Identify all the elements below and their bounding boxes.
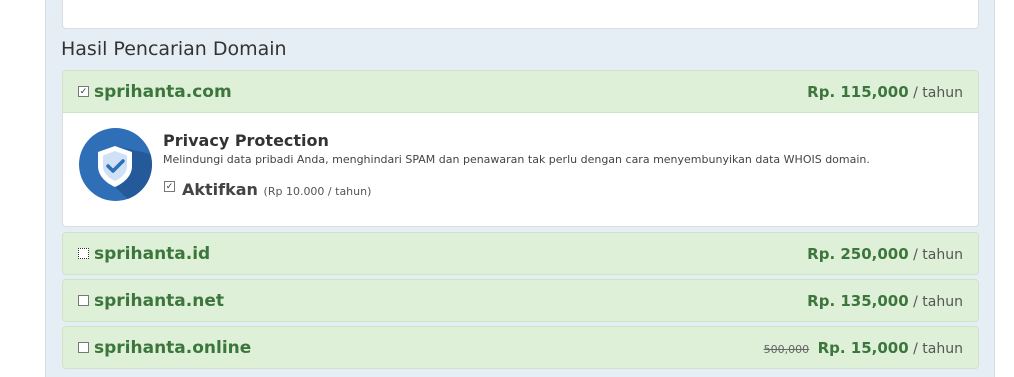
privacy-description: Melindungi data pribadi Anda, menghindar… xyxy=(163,153,870,166)
price-unit: / tahun xyxy=(913,85,963,101)
price-info: 500,000 Rp. 15,000 / tahun xyxy=(764,339,963,357)
domain-name: sprihanta.com xyxy=(94,82,232,102)
domain-row-id[interactable]: sprihanta.id Rp. 250,000 / tahun xyxy=(62,232,979,275)
domain-price: Rp. 135,000 xyxy=(807,292,909,310)
old-price: 500,000 xyxy=(763,343,810,356)
domain-name: sprihanta.net xyxy=(94,291,224,311)
price-info: Rp. 115,000 / tahun xyxy=(807,83,963,101)
domain-row-com[interactable]: sprihanta.com Rp. 115,000 / tahun xyxy=(62,70,979,113)
shield-check-icon xyxy=(79,128,152,201)
enable-price-note: (Rp 10.000 / tahun) xyxy=(263,185,372,198)
privacy-enable-checkbox[interactable] xyxy=(164,181,175,192)
domain-price: Rp. 15,000 xyxy=(817,339,909,357)
price-unit: / tahun xyxy=(913,341,963,357)
domain-checkbox-online[interactable] xyxy=(78,342,89,353)
privacy-protection-box: Privacy Protection Melindungi data priba… xyxy=(62,113,979,227)
domain-checkbox-net[interactable] xyxy=(78,295,89,306)
price-unit: / tahun xyxy=(913,247,963,263)
price-unit: / tahun xyxy=(913,294,963,310)
price-info: Rp. 250,000 / tahun xyxy=(807,245,963,263)
privacy-enable-label[interactable]: Aktifkan (Rp 10.000 / tahun) xyxy=(182,180,371,199)
price-info: Rp. 135,000 / tahun xyxy=(807,292,963,310)
domain-price: Rp. 250,000 xyxy=(807,245,909,263)
domain-checkbox-com[interactable] xyxy=(78,86,89,97)
domain-price: Rp. 115,000 xyxy=(807,83,909,101)
domain-row-online[interactable]: sprihanta.online 500,000 Rp. 15,000 / ta… xyxy=(62,326,979,369)
search-form-card xyxy=(62,0,979,29)
domain-name: sprihanta.online xyxy=(94,338,252,358)
enable-label-text: Aktifkan xyxy=(182,180,258,199)
domain-row-net[interactable]: sprihanta.net Rp. 135,000 / tahun xyxy=(62,279,979,322)
section-title: Hasil Pencarian Domain xyxy=(61,38,287,60)
domain-checkbox-id[interactable] xyxy=(78,248,89,259)
privacy-title: Privacy Protection xyxy=(163,131,329,150)
domain-search-panel: Hasil Pencarian Domain sprihanta.com Rp.… xyxy=(45,0,995,377)
domain-name: sprihanta.id xyxy=(94,244,211,264)
